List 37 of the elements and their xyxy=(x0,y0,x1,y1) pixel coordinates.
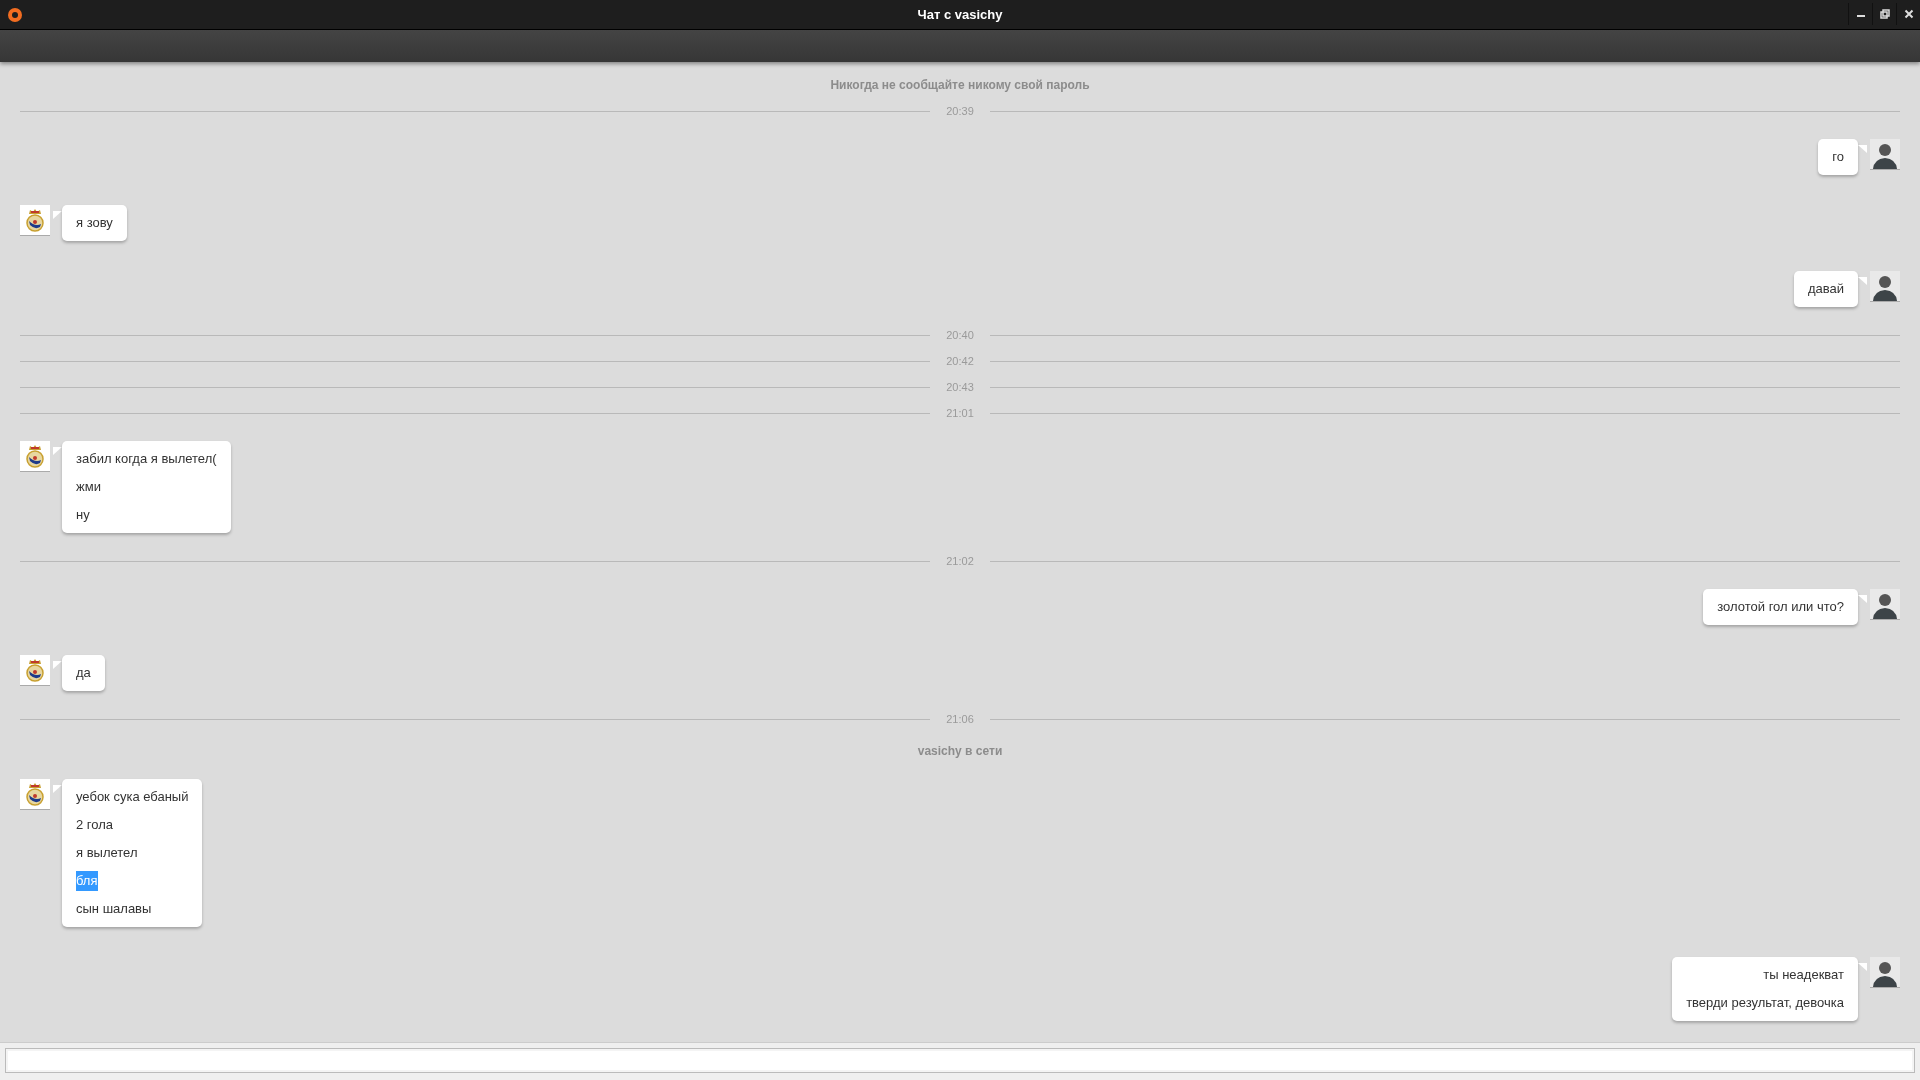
message-text: да xyxy=(76,664,91,682)
timestamp: 20:39 xyxy=(945,103,975,119)
message-text: уебок сука ебаный xyxy=(76,788,189,806)
crest-avatar xyxy=(20,655,50,685)
crest-avatar xyxy=(20,205,50,235)
timestamp: 21:02 xyxy=(945,553,975,569)
close-icon xyxy=(1903,9,1914,19)
message-text: забил когда я вылетел( xyxy=(76,450,217,468)
timestamp: 20:43 xyxy=(945,379,975,395)
user-avatar xyxy=(1870,271,1900,301)
message-text: 2 гола xyxy=(76,816,114,834)
timestamp: 21:01 xyxy=(945,405,975,421)
user-avatar xyxy=(1870,589,1900,619)
restore-icon xyxy=(1879,9,1890,19)
user-avatar xyxy=(1870,139,1900,169)
message-text: бля xyxy=(76,871,98,891)
message-text: золотой гол или что? xyxy=(1717,598,1844,616)
crest-avatar xyxy=(20,441,50,471)
message-text: я зову xyxy=(76,214,113,232)
message-text: давай xyxy=(1807,280,1844,298)
security-notice: Никогда не сообщайте никому свой пароль xyxy=(830,77,1090,94)
app-logo-icon xyxy=(7,7,23,23)
message-text: сын шалавы xyxy=(76,900,152,918)
message-text: ты неадекват xyxy=(1763,966,1844,984)
status-notice: vasichy в сети xyxy=(917,743,1003,760)
user-avatar xyxy=(1870,957,1900,987)
message-text: ну xyxy=(76,506,90,524)
message-text: тверди результат, девочка xyxy=(1686,994,1844,1012)
timestamp: 20:40 xyxy=(945,327,975,343)
crest-avatar xyxy=(20,779,50,809)
timestamp: 20:42 xyxy=(945,353,975,369)
message-input[interactable] xyxy=(5,1048,1915,1073)
window-title: Чат с vasichy xyxy=(917,5,1003,24)
message-text: жми xyxy=(76,478,101,496)
message-text: я вылетел xyxy=(76,844,138,862)
timestamp: 21:06 xyxy=(945,711,975,727)
message-text: го xyxy=(1832,148,1844,166)
